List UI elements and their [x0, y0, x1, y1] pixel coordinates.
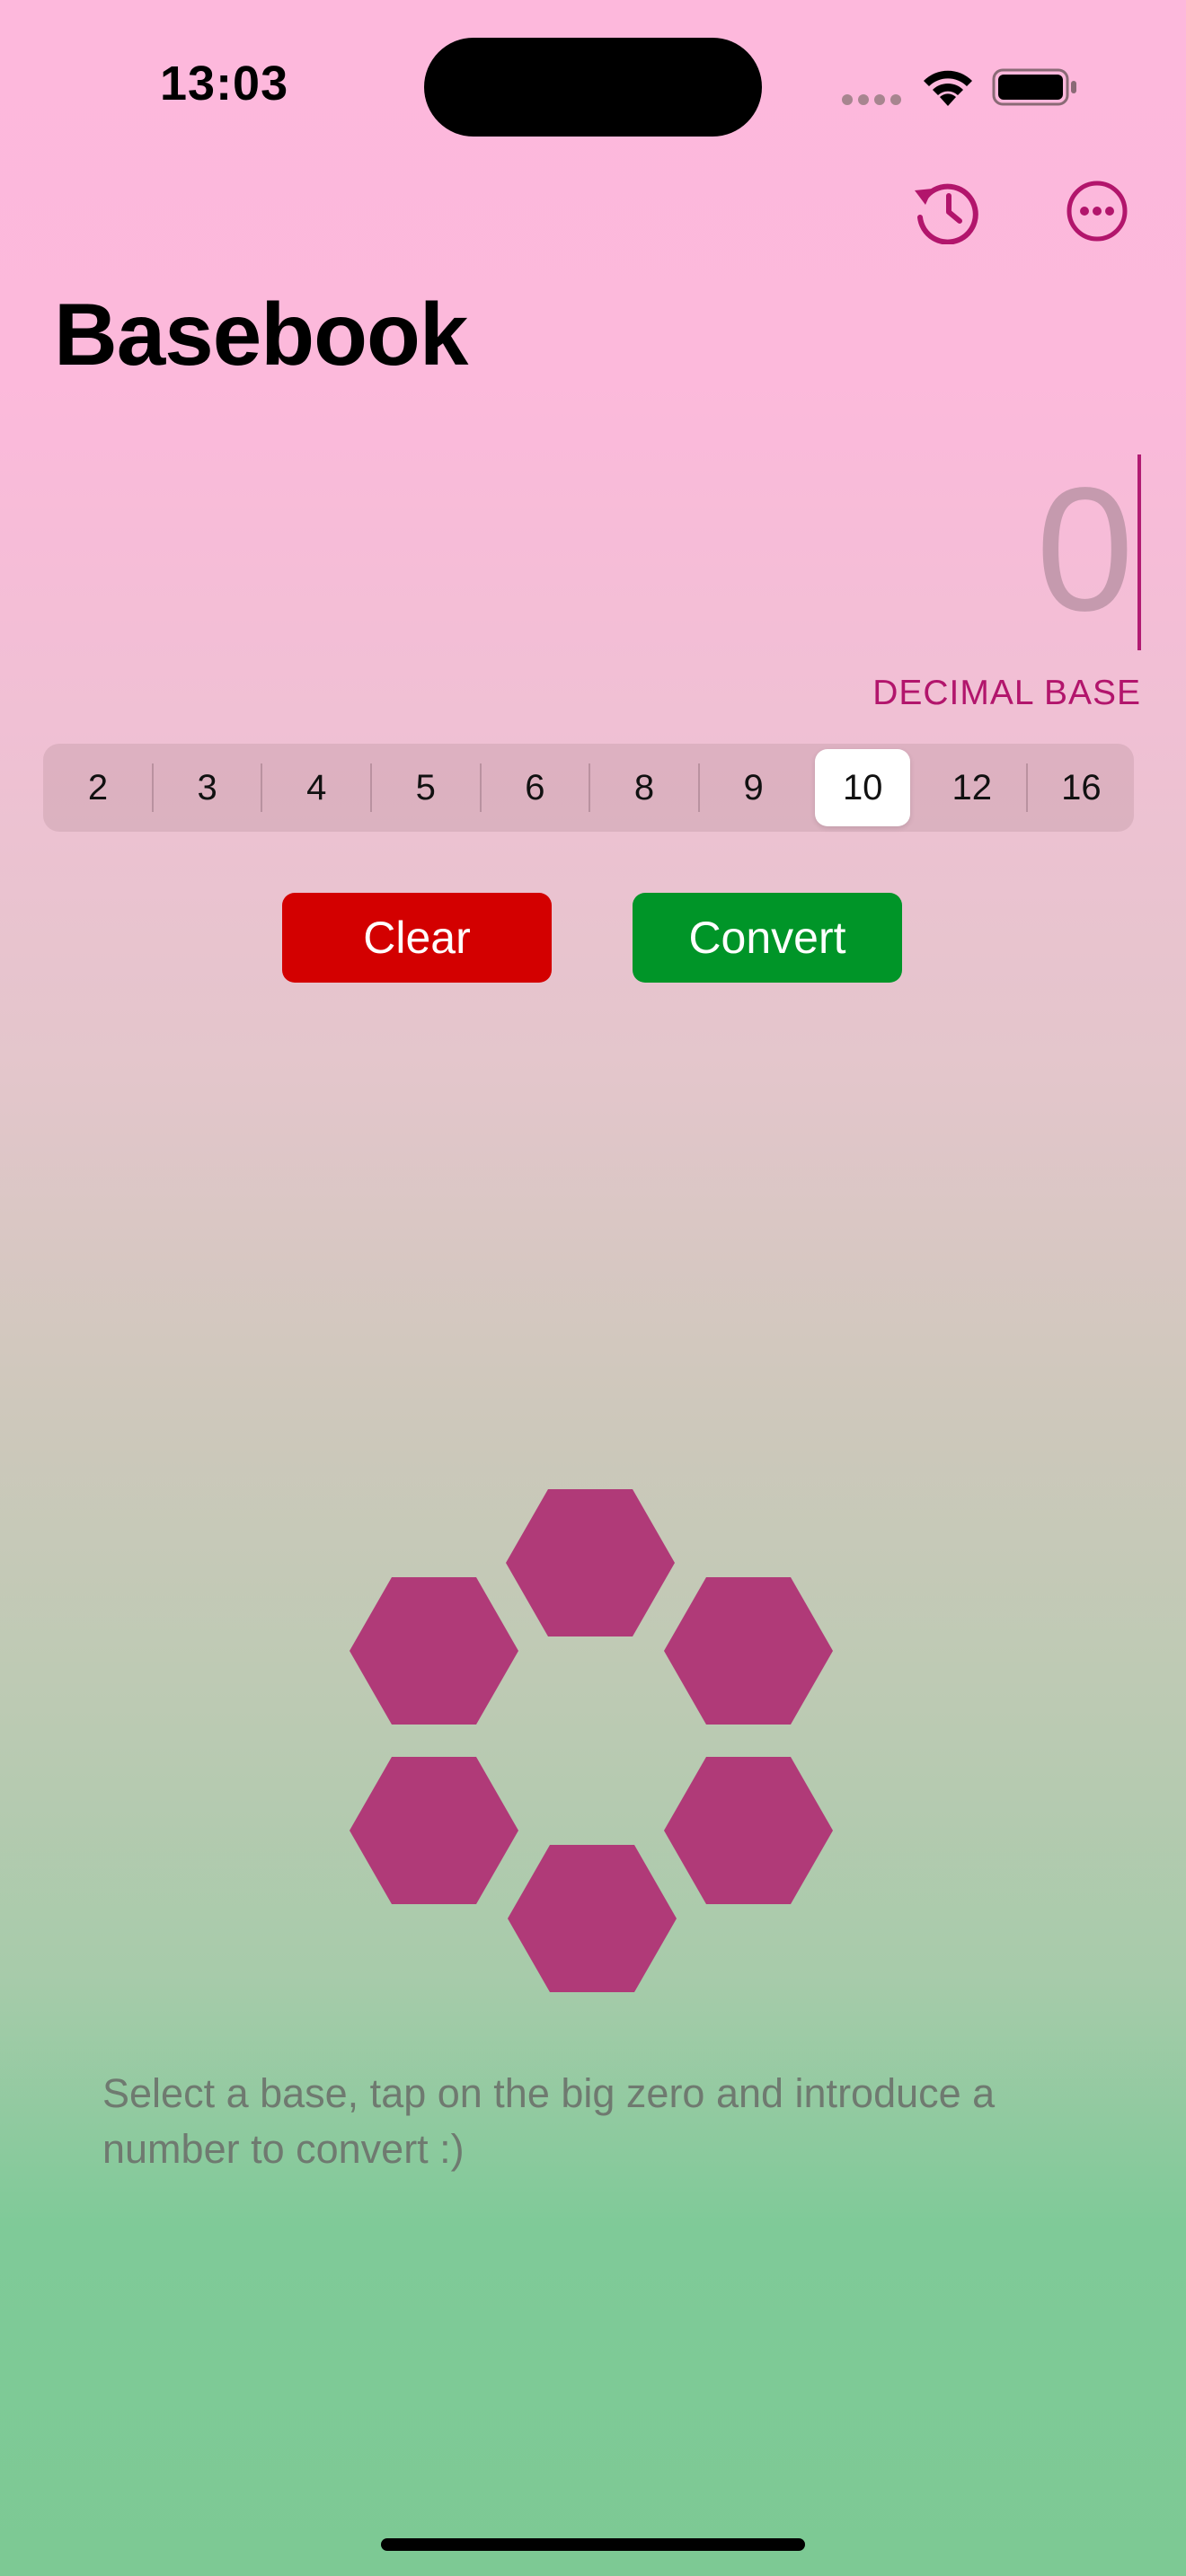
page-title: Basebook — [54, 285, 468, 384]
segment-divider — [1025, 763, 1028, 812]
text-caret — [1137, 454, 1141, 650]
hexagon-1 — [506, 1489, 675, 1636]
base-label: DECIMAL BASE — [872, 674, 1141, 712]
base-option-2[interactable]: 2 — [50, 749, 146, 826]
base-option-16[interactable]: 16 — [1033, 749, 1128, 826]
base-option-10[interactable]: 10 — [815, 749, 911, 826]
hint-text: Select a base, tap on the big zero and i… — [102, 2070, 996, 2172]
base-option-3[interactable]: 3 — [160, 749, 255, 826]
base-option-5[interactable]: 5 — [378, 749, 474, 826]
battery-icon — [992, 68, 1076, 106]
status-time: 13:03 — [160, 57, 289, 110]
segment-divider — [151, 763, 154, 812]
segment-divider — [697, 763, 700, 812]
base-option-8[interactable]: 8 — [597, 749, 692, 826]
segment-divider — [479, 763, 482, 812]
base-option-9[interactable]: 9 — [706, 749, 801, 826]
segment-divider — [261, 763, 263, 812]
segment-divider — [589, 763, 591, 812]
history-icon[interactable] — [909, 178, 981, 244]
hexagon-5 — [664, 1757, 833, 1904]
clear-button[interactable]: Clear — [282, 893, 552, 983]
segment-divider — [370, 763, 372, 812]
convert-button[interactable]: Convert — [633, 893, 902, 983]
hexagon-2 — [350, 1577, 518, 1725]
base-option-12[interactable]: 12 — [925, 749, 1020, 826]
number-input[interactable]: 0 — [809, 449, 1141, 656]
home-indicator — [381, 2538, 805, 2551]
dynamic-island — [424, 38, 762, 137]
cellular-signal-icon — [842, 94, 901, 105]
hexagon-4 — [350, 1757, 518, 1904]
wifi-icon — [924, 70, 972, 106]
base-option-6[interactable]: 6 — [487, 749, 582, 826]
base-option-4[interactable]: 4 — [269, 749, 364, 826]
ellipsis-circle-icon[interactable] — [1066, 180, 1128, 243]
hexagon-6 — [508, 1845, 677, 1992]
base-selector: 2 3 4 5 6 8 9 10 12 16 — [43, 744, 1134, 832]
hexagon-3 — [664, 1577, 833, 1725]
hexagon-ring-illustration — [350, 1489, 833, 1992]
number-input-value: 0 — [1035, 451, 1134, 648]
